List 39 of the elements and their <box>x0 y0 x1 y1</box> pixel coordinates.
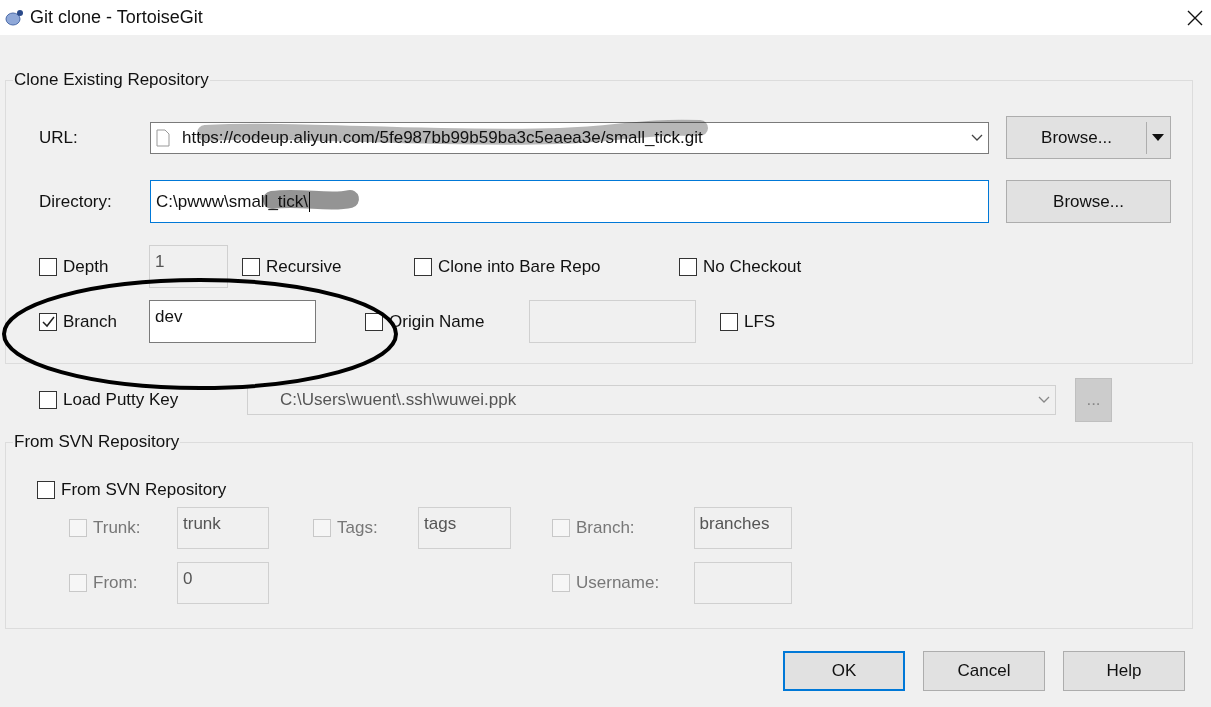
checkbox-label: Username: <box>576 573 660 593</box>
checkbox-label: From: <box>93 573 138 593</box>
checkbox-label: From SVN Repository <box>61 480 227 500</box>
checkbox-label: Branch <box>63 311 117 332</box>
chevron-down-icon <box>1038 396 1050 404</box>
branch-field[interactable]: dev <box>149 300 316 343</box>
checkbox[interactable] <box>720 312 738 331</box>
group-title: From SVN Repository <box>13 432 181 452</box>
checkbox-label: Clone into Bare Repo <box>438 256 601 277</box>
directory-label: Directory: <box>39 191 113 212</box>
checkbox-label: No Checkout <box>703 256 802 277</box>
checkbox[interactable] <box>39 312 57 331</box>
checkbox-label: Load Putty Key <box>63 390 179 410</box>
file-icon <box>156 128 170 147</box>
url-label: URL: <box>39 127 79 148</box>
checkbox[interactable] <box>242 257 260 276</box>
close-icon[interactable] <box>1187 9 1203 26</box>
window-title: Git clone - TortoiseGit <box>30 7 203 28</box>
checkbox-label: Trunk: <box>93 518 141 538</box>
checkbox[interactable] <box>679 257 697 276</box>
caret-icon <box>1152 134 1164 141</box>
dialog-button[interactable]: Help <box>1063 651 1185 691</box>
checkbox-label: Tags: <box>337 518 378 538</box>
checkbox[interactable] <box>414 257 432 276</box>
checkbox-label: Recursive <box>266 256 342 277</box>
checkbox[interactable] <box>37 481 55 499</box>
browse-split-button[interactable]: Browse... <box>1006 116 1171 159</box>
text-field[interactable] <box>693 562 792 604</box>
group-title: Clone Existing Repository <box>13 70 210 90</box>
chevron-down-icon <box>971 133 983 142</box>
dialog-button[interactable]: Cancel <box>923 651 1045 691</box>
turtle-icon <box>4 8 24 27</box>
dialog-button[interactable]: OK <box>783 651 905 691</box>
url-combobox[interactable]: https://codeup.aliyun.com/5fe987bb99b59ba3c5eaea3e/small_tick.git <box>150 121 989 154</box>
checkbox-label: LFS <box>744 311 776 332</box>
browse-button[interactable]: Browse... <box>1006 180 1171 223</box>
checkbox-label: Depth <box>63 256 109 277</box>
directory-field[interactable]: C:\pwww\small_tick\ <box>150 180 989 223</box>
checkbox-label: Branch: <box>576 518 635 538</box>
